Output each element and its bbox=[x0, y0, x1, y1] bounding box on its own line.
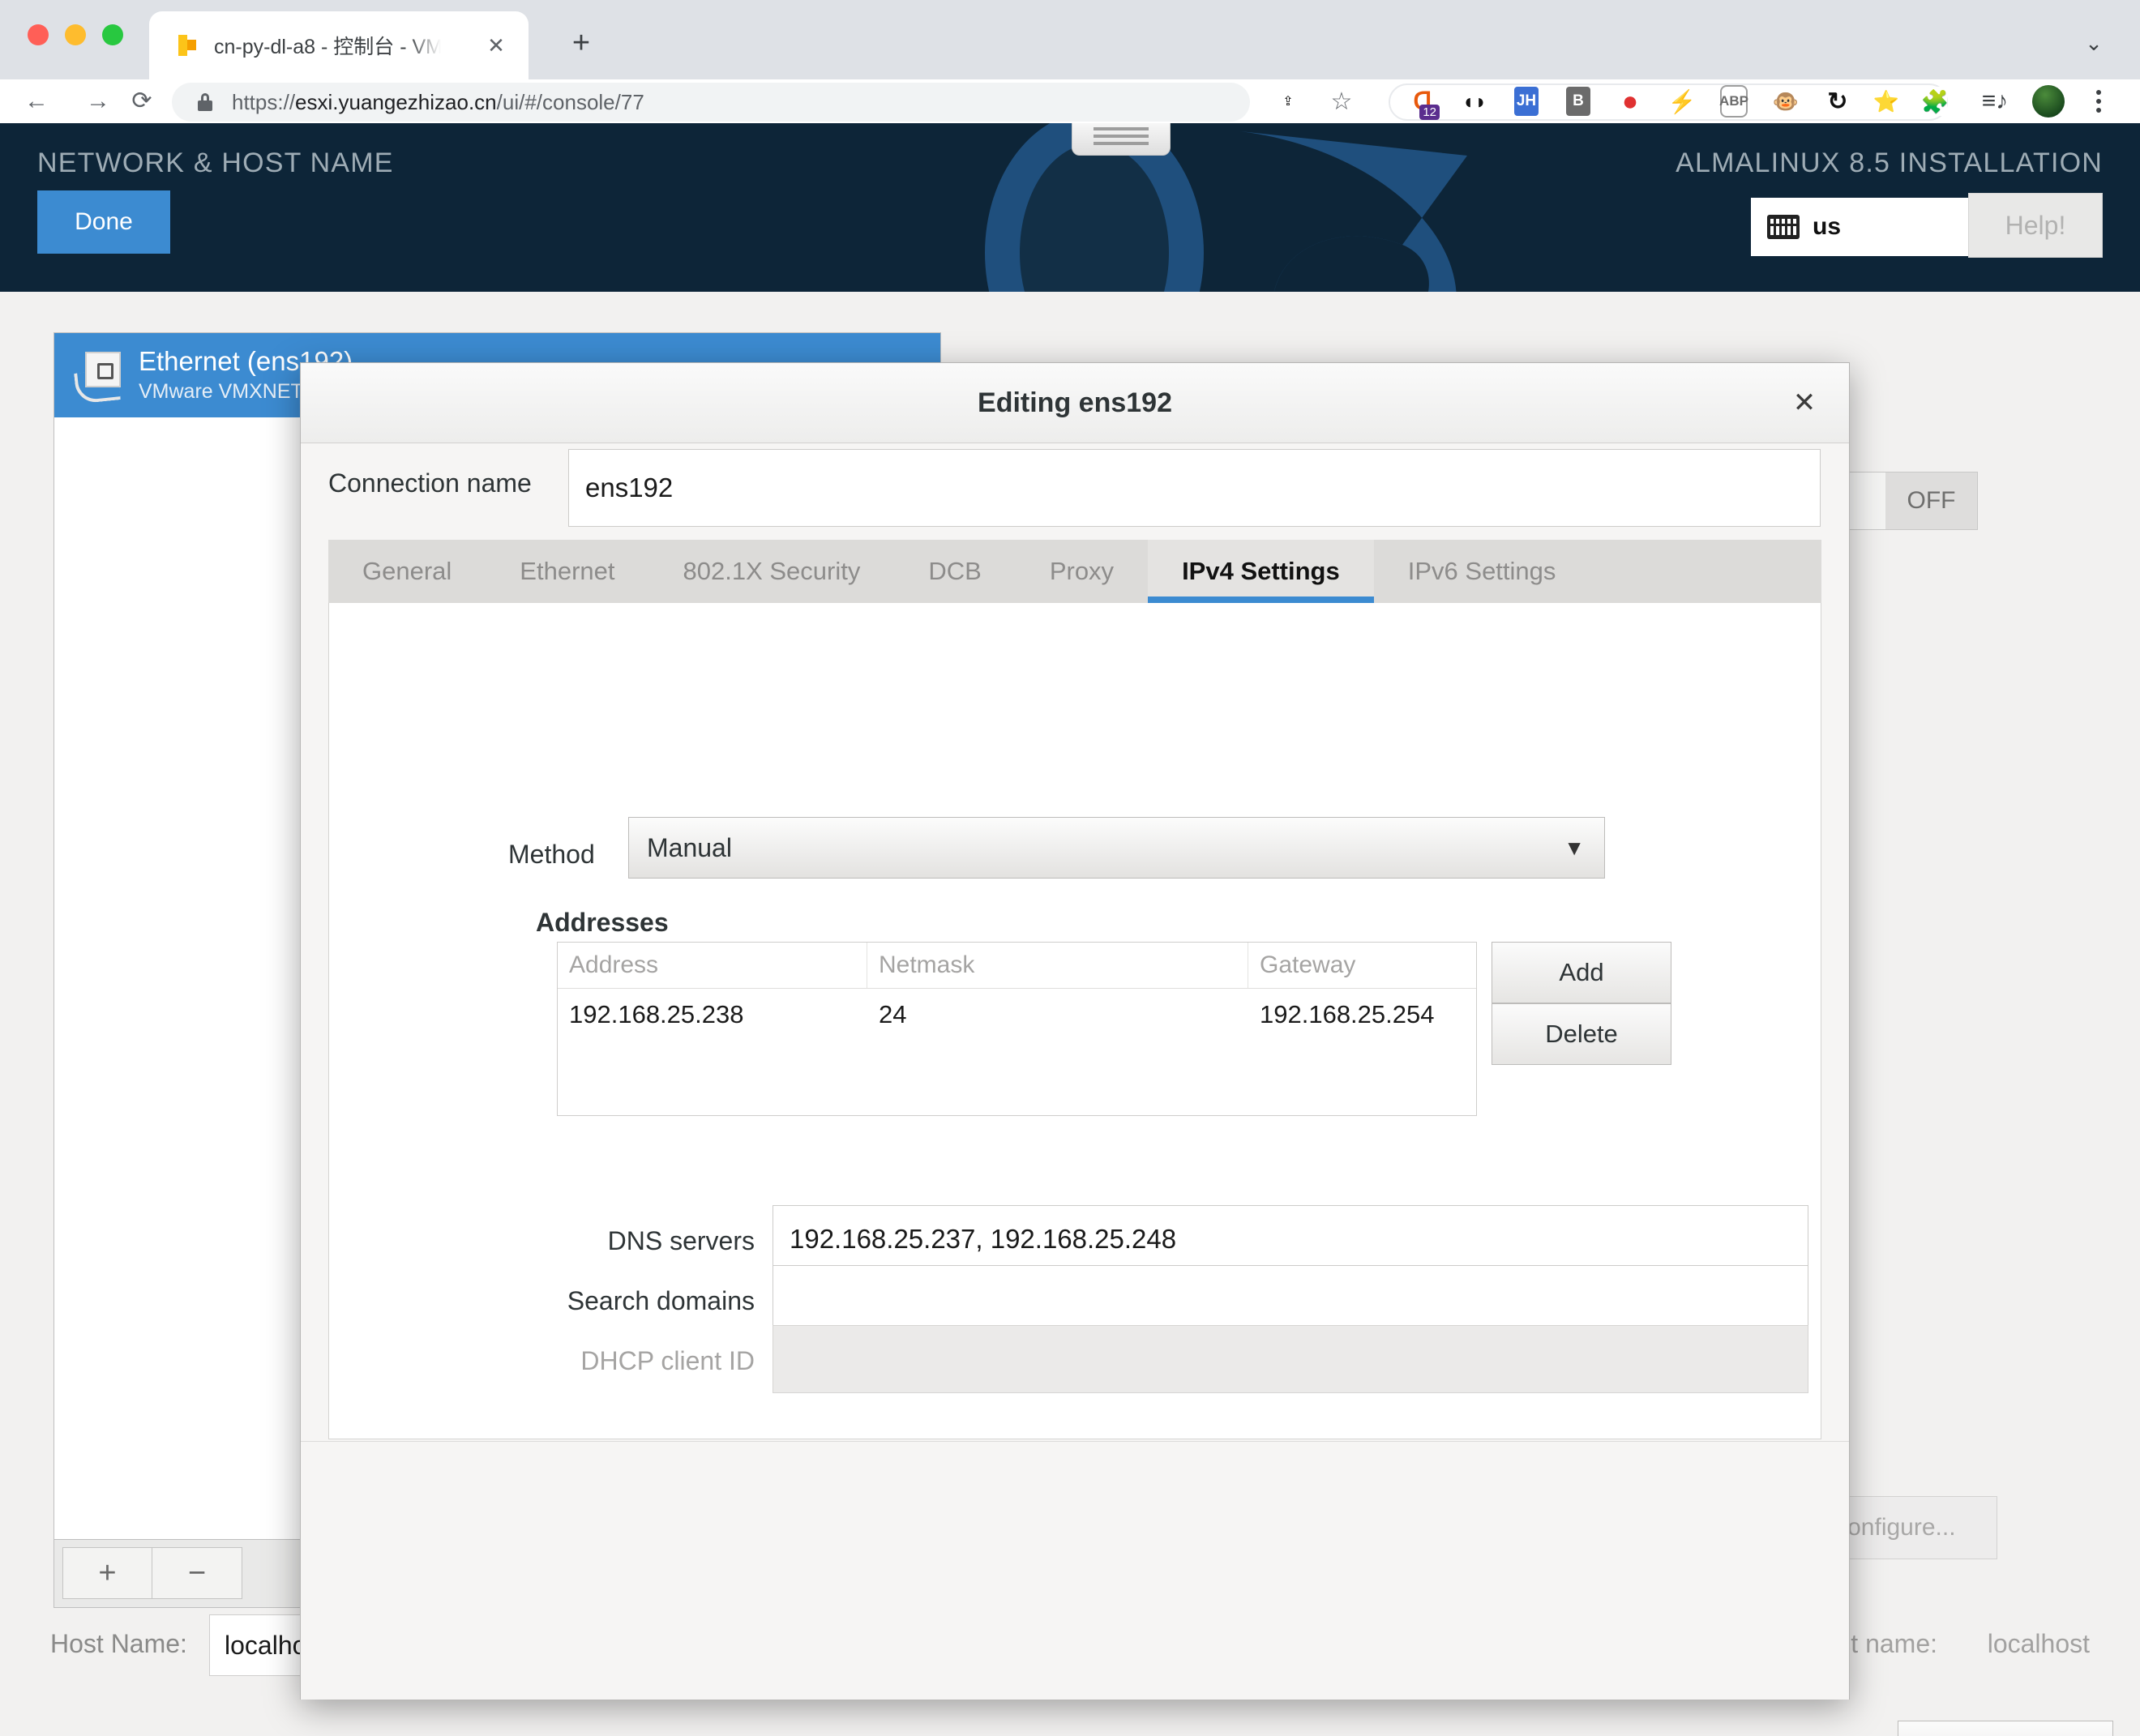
bitwarden-extension-icon[interactable]: B bbox=[1555, 79, 1602, 123]
browser-menu-kebab-icon[interactable] bbox=[2075, 79, 2122, 123]
lightning-extension-icon[interactable]: ⚡ bbox=[1658, 79, 1706, 123]
cell-netmask: 24 bbox=[879, 1000, 907, 1028]
addresses-heading: Addresses bbox=[536, 908, 669, 937]
eyes-extension-icon[interactable]: ◖◗ bbox=[1451, 79, 1498, 123]
search-domains-input[interactable] bbox=[773, 1265, 1808, 1333]
tab-ipv6-settings[interactable]: IPv6 Settings bbox=[1374, 540, 1590, 603]
tab-general[interactable]: General bbox=[328, 540, 486, 603]
remove-connection-button[interactable]: − bbox=[152, 1547, 242, 1599]
table-row[interactable]: 192.168.25.238 24 192.168.25.254 bbox=[558, 989, 1476, 1041]
method-select[interactable]: Manual ▼ bbox=[628, 817, 1605, 879]
dialog-title: Editing ens192 bbox=[978, 387, 1172, 418]
chevron-down-icon[interactable]: ⌄ bbox=[2077, 26, 2111, 60]
cell-gateway: 192.168.25.254 bbox=[1260, 1000, 1435, 1028]
dialog-titlebar: Editing ens192 ✕ bbox=[301, 363, 1849, 443]
adblock-plus-extension-icon[interactable]: ABP bbox=[1710, 79, 1757, 123]
page-title: NETWORK & HOST NAME bbox=[37, 148, 394, 178]
dns-servers-label: DNS servers bbox=[607, 1226, 755, 1255]
done-button[interactable]: Done bbox=[37, 190, 170, 254]
dialog-tab-bar: General Ethernet 802.1X Security DCB Pro… bbox=[328, 540, 1821, 603]
maximize-window-button[interactable] bbox=[102, 24, 123, 45]
sync-extension-icon[interactable]: ↻ bbox=[1814, 79, 1861, 123]
star-page-extension-icon[interactable]: ⭐ bbox=[1863, 79, 1910, 123]
dhcp-client-id-input bbox=[773, 1325, 1808, 1393]
keyboard-layout-indicator[interactable]: us bbox=[1751, 198, 1978, 256]
close-tab-icon[interactable]: ✕ bbox=[483, 32, 509, 58]
installer-product-title: ALMALINUX 8.5 INSTALLATION bbox=[1676, 148, 2103, 178]
screen-root: cn-py-dl-a8 - 控制台 - VMware ✕ + ⌄ ← → ⟳ h… bbox=[0, 0, 2140, 1736]
tab-ipv4-settings[interactable]: IPv4 Settings bbox=[1148, 540, 1374, 603]
installer-header: NETWORK & HOST NAME Done ALMALINUX 8.5 I… bbox=[0, 123, 2140, 292]
add-connection-button[interactable]: + bbox=[62, 1547, 152, 1599]
method-label: Method bbox=[508, 840, 595, 869]
browser-toolbar: ← → ⟳ https://esxi.yuangezhizao.cn/ui/#/… bbox=[0, 79, 2140, 123]
chevron-down-icon: ▼ bbox=[1564, 835, 1585, 860]
puzzle-extensions-icon[interactable]: 🧩 bbox=[1911, 79, 1958, 123]
new-tab-button[interactable]: + bbox=[559, 21, 603, 65]
url-path: /ui/#/console/77 bbox=[496, 89, 644, 114]
column-header-address: Address bbox=[558, 943, 867, 988]
vmware-favicon bbox=[175, 33, 199, 58]
address-bar-url: https://esxi.yuangezhizao.cn/ui/#/consol… bbox=[232, 90, 644, 115]
connection-name-row: Connection name ens192 bbox=[301, 443, 1849, 533]
connection-name-label: Connection name bbox=[328, 468, 532, 498]
lock-icon bbox=[198, 93, 212, 111]
browser-chrome: cn-py-dl-a8 - 控制台 - VMware ✕ + ⌄ ← → ⟳ h… bbox=[0, 0, 2140, 123]
extension-badge-count: 12 bbox=[1419, 105, 1440, 120]
back-button[interactable]: ← bbox=[18, 83, 55, 120]
connection-name-input[interactable]: ens192 bbox=[568, 449, 1821, 527]
address-bar[interactable]: https://esxi.yuangezhizao.cn/ui/#/consol… bbox=[172, 83, 1250, 122]
bookmark-star-icon[interactable]: ☆ bbox=[1318, 79, 1365, 123]
forward-button[interactable]: → bbox=[79, 83, 117, 120]
tab-8021x-security[interactable]: 802.1X Security bbox=[649, 540, 895, 603]
tab-proxy[interactable]: Proxy bbox=[1016, 540, 1148, 603]
url-scheme: https:// bbox=[232, 89, 296, 114]
add-address-button[interactable]: Add bbox=[1492, 942, 1671, 1003]
share-icon[interactable]: ⇪ bbox=[1265, 79, 1312, 123]
toggle-state-label: OFF bbox=[1885, 472, 1977, 529]
reload-button[interactable]: ⟳ bbox=[123, 83, 160, 120]
delete-address-button[interactable]: Delete bbox=[1492, 1003, 1671, 1065]
column-header-gateway: Gateway bbox=[1260, 951, 1356, 978]
ethernet-icon bbox=[74, 350, 126, 404]
dns-servers-input[interactable]: 192.168.25.237, 192.168.25.248 bbox=[773, 1205, 1808, 1273]
browser-tab[interactable]: cn-py-dl-a8 - 控制台 - VMware ✕ bbox=[149, 11, 529, 79]
dhcp-client-id-label: DHCP client ID bbox=[580, 1346, 755, 1375]
window-traffic-lights bbox=[28, 24, 123, 45]
edit-connection-dialog: Editing ens192 ✕ Connection name ens192 … bbox=[300, 362, 2113, 1736]
keyboard-layout-label: us bbox=[1813, 213, 1842, 240]
host-name-label: Host Name: bbox=[50, 1629, 187, 1658]
method-value: Manual bbox=[647, 832, 732, 862]
minimize-window-button[interactable] bbox=[65, 24, 86, 45]
table-header-row: Address Netmask Gateway bbox=[558, 943, 1476, 989]
close-icon[interactable]: ✕ bbox=[1786, 384, 1823, 421]
tampermonkey-extension-icon[interactable]: 🐵 bbox=[1762, 79, 1809, 123]
tab-dcb[interactable]: DCB bbox=[894, 540, 1015, 603]
close-window-button[interactable] bbox=[28, 24, 49, 45]
keyboard-icon bbox=[1767, 215, 1800, 239]
current-host-name-value: localhost bbox=[1987, 1629, 2090, 1658]
help-button: Help! bbox=[1968, 193, 2103, 258]
cell-address: 192.168.25.238 bbox=[569, 1000, 744, 1028]
read-aloud-extension-icon[interactable]: ᗡ 12 bbox=[1399, 79, 1446, 123]
addresses-table[interactable]: Address Netmask Gateway 192.168.25.238 2… bbox=[557, 942, 1477, 1116]
profile-avatar[interactable] bbox=[2025, 79, 2072, 123]
browser-tab-title: cn-py-dl-a8 - 控制台 - VMware bbox=[214, 36, 441, 58]
anaconda-installer: NETWORK & HOST NAME Done ALMALINUX 8.5 I… bbox=[0, 123, 2140, 1736]
routes-button[interactable]: Routes... bbox=[1898, 1721, 2113, 1736]
column-header-netmask: Netmask bbox=[867, 943, 1248, 988]
tab-ethernet[interactable]: Ethernet bbox=[486, 540, 648, 603]
installer-menu-handle[interactable] bbox=[1072, 123, 1171, 156]
almalinux-header-artwork bbox=[985, 123, 1467, 292]
recorder-extension-icon[interactable]: ● bbox=[1607, 79, 1654, 123]
dialog-footer bbox=[301, 1441, 1849, 1700]
url-host: esxi.yuangezhizao.cn bbox=[295, 89, 497, 114]
playlist-icon[interactable]: ≡♪ bbox=[1971, 79, 2018, 123]
search-domains-label: Search domains bbox=[567, 1286, 755, 1315]
jh-extension-icon[interactable]: JH bbox=[1503, 79, 1550, 123]
tab-strip: cn-py-dl-a8 - 控制台 - VMware ✕ + ⌄ bbox=[0, 0, 2140, 79]
